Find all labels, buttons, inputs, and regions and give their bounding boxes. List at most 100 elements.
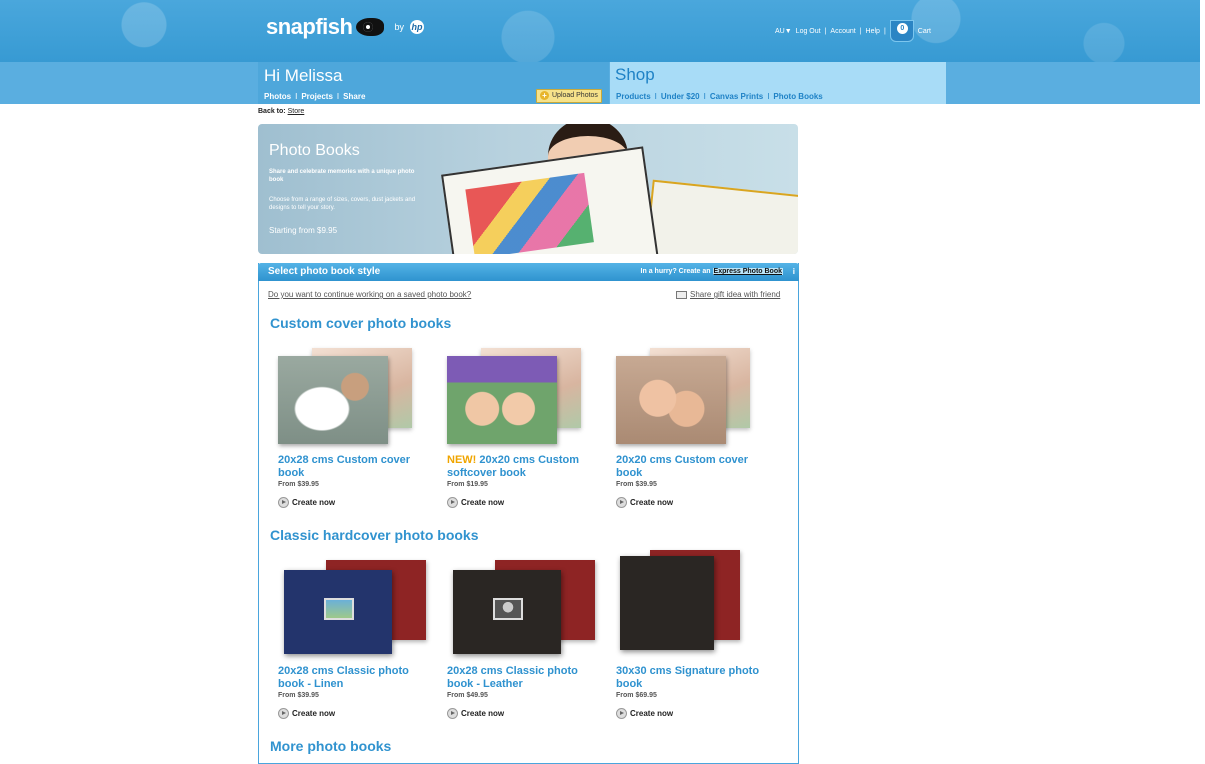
nav-projects[interactable]: Projects — [301, 92, 333, 101]
hero-banner: Photo Books Share and celebrate memories… — [258, 124, 798, 254]
create-now-button[interactable]: Create now — [616, 497, 776, 508]
product-card[interactable]: NEW! 20x20 cms Custom softcover book Fro… — [447, 348, 607, 508]
greeting: Hi Melissa — [264, 66, 343, 85]
product-image[interactable] — [447, 560, 595, 658]
breadcrumb-store-link[interactable]: Store — [288, 108, 305, 115]
play-icon — [447, 708, 458, 719]
hero-subtitle: Share and celebrate memories with a uniq… — [269, 169, 415, 183]
product-image[interactable] — [278, 560, 426, 658]
shop-under-20[interactable]: Under $20 — [661, 92, 700, 101]
product-name[interactable]: 20x28 cms Custom cover book — [278, 454, 438, 480]
create-now-button[interactable]: Create now — [447, 497, 607, 508]
info-icon[interactable]: i — [793, 267, 795, 276]
envelope-icon — [676, 290, 687, 299]
nav-share[interactable]: Share — [343, 92, 365, 101]
section-more-title: More photo books — [270, 738, 392, 754]
hp-logo-icon: hp — [409, 20, 424, 34]
product-name[interactable]: 30x30 cms Signature photo book — [616, 665, 776, 691]
product-image[interactable] — [278, 348, 423, 446]
shop-links: Products I Under $20 I Canvas Prints I Photo B… — [616, 92, 823, 101]
linen-book-image — [284, 570, 392, 654]
new-badge: NEW! — [447, 454, 477, 466]
cover-window-image — [324, 598, 354, 620]
logout-link[interactable]: Log Out — [796, 28, 821, 35]
product-card[interactable]: 30x30 cms Signature photo book From $69.… — [616, 548, 776, 719]
hero-title: Photo Books — [269, 142, 360, 159]
product-name[interactable]: 20x28 cms Classic photo book - Leather — [447, 665, 607, 691]
upload-photos-button[interactable]: + Upload Photos — [536, 89, 602, 103]
by-label: by — [394, 22, 404, 32]
express-photo-book-link[interactable]: Express Photo Book — [712, 268, 783, 275]
upload-label: Upload Photos — [552, 92, 598, 99]
nav-separator: I — [654, 92, 657, 101]
shop-canvas-prints[interactable]: Canvas Prints — [710, 92, 763, 101]
product-price: From $39.95 — [278, 692, 319, 699]
product-name[interactable]: 20x20 cms Custom cover book — [616, 454, 776, 480]
product-card[interactable]: 20x28 cms Custom cover book From $39.95 … — [278, 348, 438, 508]
product-name[interactable]: NEW! 20x20 cms Custom softcover book — [447, 454, 607, 480]
wedding-photo-image — [278, 356, 388, 444]
panel-title: Select photo book style — [268, 266, 381, 277]
product-card[interactable]: 20x20 cms Custom cover book From $39.95 … — [616, 348, 776, 508]
nav-separator: I — [336, 92, 340, 101]
saved-book-link[interactable]: Do you want to continue working on a sav… — [268, 290, 471, 299]
product-price: From $69.95 — [616, 692, 657, 699]
nav-photos[interactable]: Photos — [264, 92, 291, 101]
region-selector[interactable]: AU▼ — [775, 28, 792, 35]
shop-products[interactable]: Products — [616, 92, 651, 101]
create-now-button[interactable]: Create now — [278, 497, 438, 508]
snapfish-logo[interactable]: snapfish by hp — [266, 14, 424, 40]
section-custom-title: Custom cover photo books — [270, 315, 452, 331]
cart-count: 0 — [896, 23, 908, 34]
cart-link[interactable]: Cart — [918, 28, 931, 35]
nav-divider: | — [859, 27, 862, 35]
share-gift-link[interactable]: Share gift idea with friend — [676, 290, 780, 299]
fish-logo-icon — [356, 18, 385, 36]
user-panel: Hi Melissa Photos I Projects I Share + Uploa… — [258, 62, 609, 104]
create-now-button[interactable]: Create now — [447, 708, 607, 719]
nav-divider: | — [883, 27, 886, 35]
leather-book-image — [453, 570, 561, 654]
hero-description: Choose from a range of sizes, covers, du… — [269, 197, 416, 211]
play-icon — [278, 497, 289, 508]
header-bar — [0, 0, 1200, 62]
plus-icon: + — [540, 91, 549, 100]
shop-panel: Shop Products I Under $20 I Canvas Prints I Ph… — [610, 62, 946, 104]
hero-price: Starting from $9.95 — [269, 226, 338, 235]
create-now-button[interactable]: Create now — [616, 708, 776, 719]
help-link[interactable]: Help — [866, 28, 880, 35]
product-image[interactable] — [616, 348, 761, 446]
section-classic-title: Classic hardcover photo books — [270, 527, 479, 543]
nav-separator: I — [295, 92, 298, 101]
product-image[interactable] — [616, 548, 761, 658]
kids-photo-image — [447, 356, 557, 444]
account-link[interactable]: Account — [830, 28, 855, 35]
cart-icon[interactable]: 0 — [889, 20, 914, 42]
breadcrumb-prefix: Back to: — [258, 108, 286, 115]
create-now-button[interactable]: Create now — [278, 708, 438, 719]
product-image[interactable] — [447, 348, 592, 446]
signature-book-image — [620, 556, 714, 650]
shop-photo-books[interactable]: Photo Books — [773, 92, 822, 101]
product-price: From $19.95 — [447, 481, 488, 488]
play-icon — [616, 708, 627, 719]
product-name[interactable]: 20x28 cms Classic photo book - Linen — [278, 665, 438, 691]
product-price: From $39.95 — [278, 481, 319, 488]
breadcrumb: Back to: Store — [258, 108, 304, 115]
logo-text: snapfish — [266, 14, 353, 39]
express-promo: In a hurry? Create an Express Photo Book — [641, 268, 783, 275]
share-gift-label: Share gift idea with friend — [690, 290, 781, 299]
product-price: From $39.95 — [616, 481, 657, 488]
drawing-book-image — [441, 146, 659, 254]
panel-header: Select photo book style In a hurry? Crea… — [258, 263, 799, 281]
product-price: From $49.95 — [447, 692, 488, 699]
product-card[interactable]: 20x28 cms Classic photo book - Leather F… — [447, 560, 607, 719]
play-icon — [616, 497, 627, 508]
couple-photo-image — [616, 356, 726, 444]
open-book-image — [644, 179, 798, 254]
cover-window-image — [493, 598, 523, 620]
nav-separator: I — [703, 92, 706, 101]
shop-title[interactable]: Shop — [615, 65, 655, 85]
product-card[interactable]: 20x28 cms Classic photo book - Linen Fro… — [278, 560, 438, 719]
nav-divider: | — [824, 27, 827, 35]
